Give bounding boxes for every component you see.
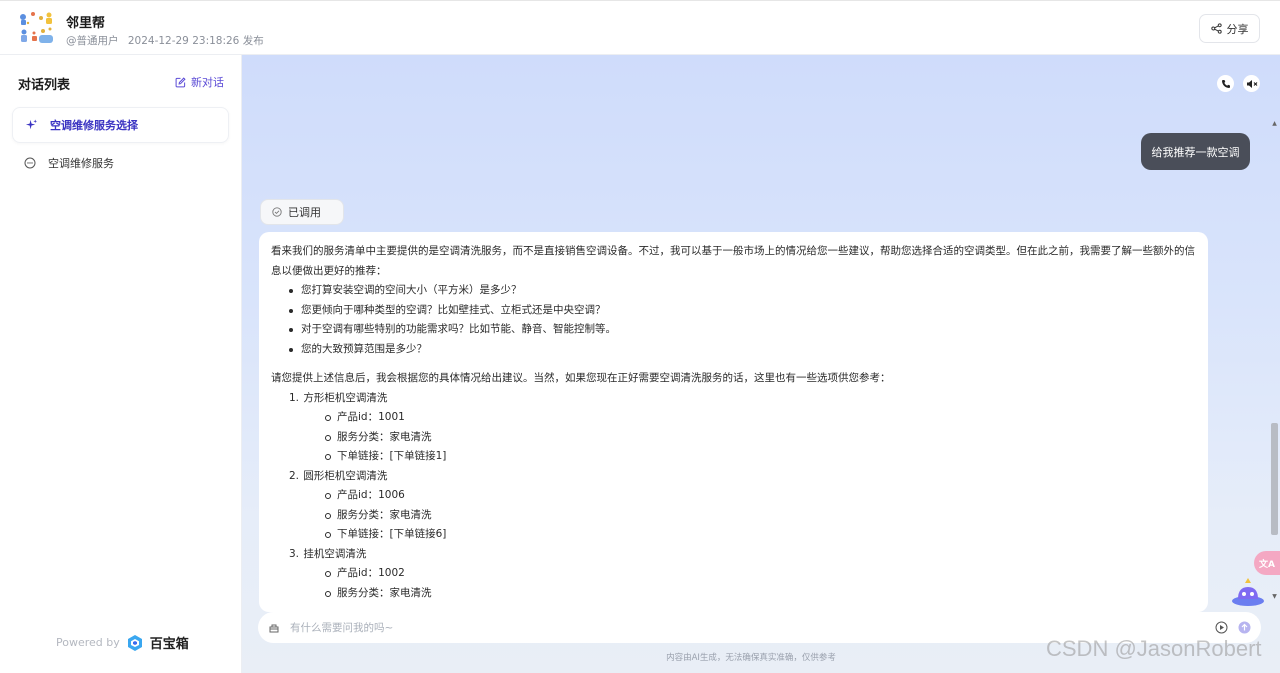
- phone-icon: [1221, 79, 1230, 88]
- publish-info: @普通用户 2024-12-29 23:18:26 发布: [66, 33, 270, 48]
- conversation-sidebar: 对话列表 新对话 空调维修服务选择 空调维修服务 Powered by 百宝箱: [0, 55, 242, 673]
- option-number: 2.: [289, 469, 300, 482]
- service-option: 2. 圆形柜机空调清洗 产品id：1006 服务分类：家电清洗 下单链接：[下单…: [289, 467, 1196, 545]
- list-item: 产品id：1001: [325, 408, 1196, 428]
- option-number: 1.: [289, 391, 300, 404]
- send-icon[interactable]: [1238, 621, 1251, 634]
- sidebar-item-conversation[interactable]: 空调维修服务选择: [12, 107, 229, 143]
- app-header: 邻里帮 @普通用户 2024-12-29 23:18:26 发布 分享: [0, 0, 1280, 55]
- powered-by: Powered by 百宝箱: [56, 633, 189, 652]
- answer-followup: 请您提供上述信息后，我会根据您的具体情况给出建议。当然，如果您现在正好需要空调清…: [271, 372, 891, 384]
- app-title: 邻里帮: [66, 16, 106, 31]
- list-item: 对于空调有哪些特别的功能需求吗？比如节能、静音、智能控制等。: [289, 320, 1196, 340]
- voice-call-button[interactable]: [1217, 75, 1234, 92]
- option-details: 产品id：1006 服务分类：家电清洗 下单链接：[下单链接6]: [289, 486, 1196, 545]
- translate-button[interactable]: 文A: [1254, 551, 1280, 575]
- list-item: 您更倾向于哪种类型的空调？比如壁挂式、立柜式还是中央空调？: [289, 301, 1196, 321]
- list-item: 服务分类：家电清洗: [325, 506, 1196, 526]
- play-icon[interactable]: [1215, 621, 1228, 634]
- service-option-list: 1. 方形柜机空调清洗 产品id：1001 服务分类：家电清洗 下单链接：[下单…: [271, 389, 1196, 604]
- tool-call-status[interactable]: 已调用: [260, 199, 344, 225]
- sparkle-icon: [25, 118, 38, 129]
- mute-button[interactable]: [1243, 75, 1260, 92]
- sidebar-title: 对话列表: [18, 78, 71, 93]
- scroll-down-arrow[interactable]: ▼: [1271, 593, 1278, 600]
- list-item: 服务分类：家电清洗: [325, 584, 1196, 604]
- new-chat-label: 新对话: [191, 76, 224, 89]
- powered-by-text: Powered by: [56, 636, 120, 649]
- list-item: 下单链接：[下单链接1]: [325, 447, 1196, 467]
- check-circle-icon: [272, 207, 282, 217]
- chat-bubble-icon: [24, 157, 36, 169]
- list-item: 服务分类：家电清洗: [325, 428, 1196, 448]
- conversation-label: 空调维修服务: [48, 157, 114, 170]
- question-list: 您打算安装空调的空间大小（平方米）是多少？ 您更倾向于哪种类型的空调？比如壁挂式…: [271, 281, 1196, 359]
- option-details: 产品id：1001 服务分类：家电清洗 下单链接：[下单链接1]: [289, 408, 1196, 467]
- app-logo: [20, 12, 53, 43]
- watermark: CSDN @JasonRobert: [1046, 636, 1262, 661]
- author-name: @普通用户: [66, 35, 119, 47]
- toolbox-icon[interactable]: [268, 622, 280, 634]
- publish-time: 2024-12-29 23:18:26 发布: [127, 35, 264, 47]
- new-chat-button[interactable]: 新对话: [175, 74, 224, 90]
- speaker-mute-icon: [1246, 79, 1257, 88]
- list-item: 产品id：1002: [325, 564, 1196, 584]
- scroll-up-arrow[interactable]: ▲: [1271, 120, 1278, 127]
- sidebar-item-conversation[interactable]: 空调维修服务: [12, 145, 229, 181]
- edit-icon: [175, 76, 186, 87]
- list-item: 您打算安装空调的空间大小（平方米）是多少？: [289, 281, 1196, 301]
- share-icon: [1210, 23, 1222, 34]
- message-input[interactable]: [290, 621, 1205, 634]
- option-details: 产品id：1002 服务分类：家电清洗: [289, 564, 1196, 603]
- tool-status-label: 已调用: [288, 206, 321, 219]
- list-item: 产品id：1006: [325, 486, 1196, 506]
- assistant-mascot-icon[interactable]: [1230, 577, 1266, 607]
- list-item: 您的大致预算范围是多少？: [289, 340, 1196, 360]
- chat-toolbar: [1217, 75, 1260, 92]
- option-number: 3.: [289, 547, 300, 560]
- option-name: 圆形柜机空调清洗: [303, 469, 388, 482]
- service-option: 3. 挂机空调清洗 产品id：1002 服务分类：家电清洗: [289, 545, 1196, 604]
- user-message-bubble: 给我推荐一款空调: [1141, 133, 1250, 170]
- scrollbar-thumb[interactable]: [1271, 423, 1278, 535]
- brand-logo-icon: [127, 634, 142, 651]
- share-label: 分享: [1226, 22, 1249, 36]
- chat-area: 给我推荐一款空调 已调用 看来我们的服务清单中主要提供的是空调清洗服务，而不是直…: [242, 55, 1280, 673]
- brand-name: 百宝箱: [149, 637, 189, 652]
- list-item: 下单链接：[下单链接6]: [325, 525, 1196, 545]
- option-name: 挂机空调清洗: [303, 547, 367, 560]
- service-option: 1. 方形柜机空调清洗 产品id：1001 服务分类：家电清洗 下单链接：[下单…: [289, 389, 1196, 467]
- answer-intro: 看来我们的服务清单中主要提供的是空调清洗服务，而不是直接销售空调设备。不过，我可…: [271, 245, 1195, 277]
- conversation-label: 空调维修服务选择: [50, 119, 138, 132]
- share-button[interactable]: 分享: [1199, 14, 1260, 43]
- option-name: 方形柜机空调清洗: [303, 391, 388, 404]
- assistant-message: 看来我们的服务清单中主要提供的是空调清洗服务，而不是直接销售空调设备。不过，我可…: [259, 232, 1208, 612]
